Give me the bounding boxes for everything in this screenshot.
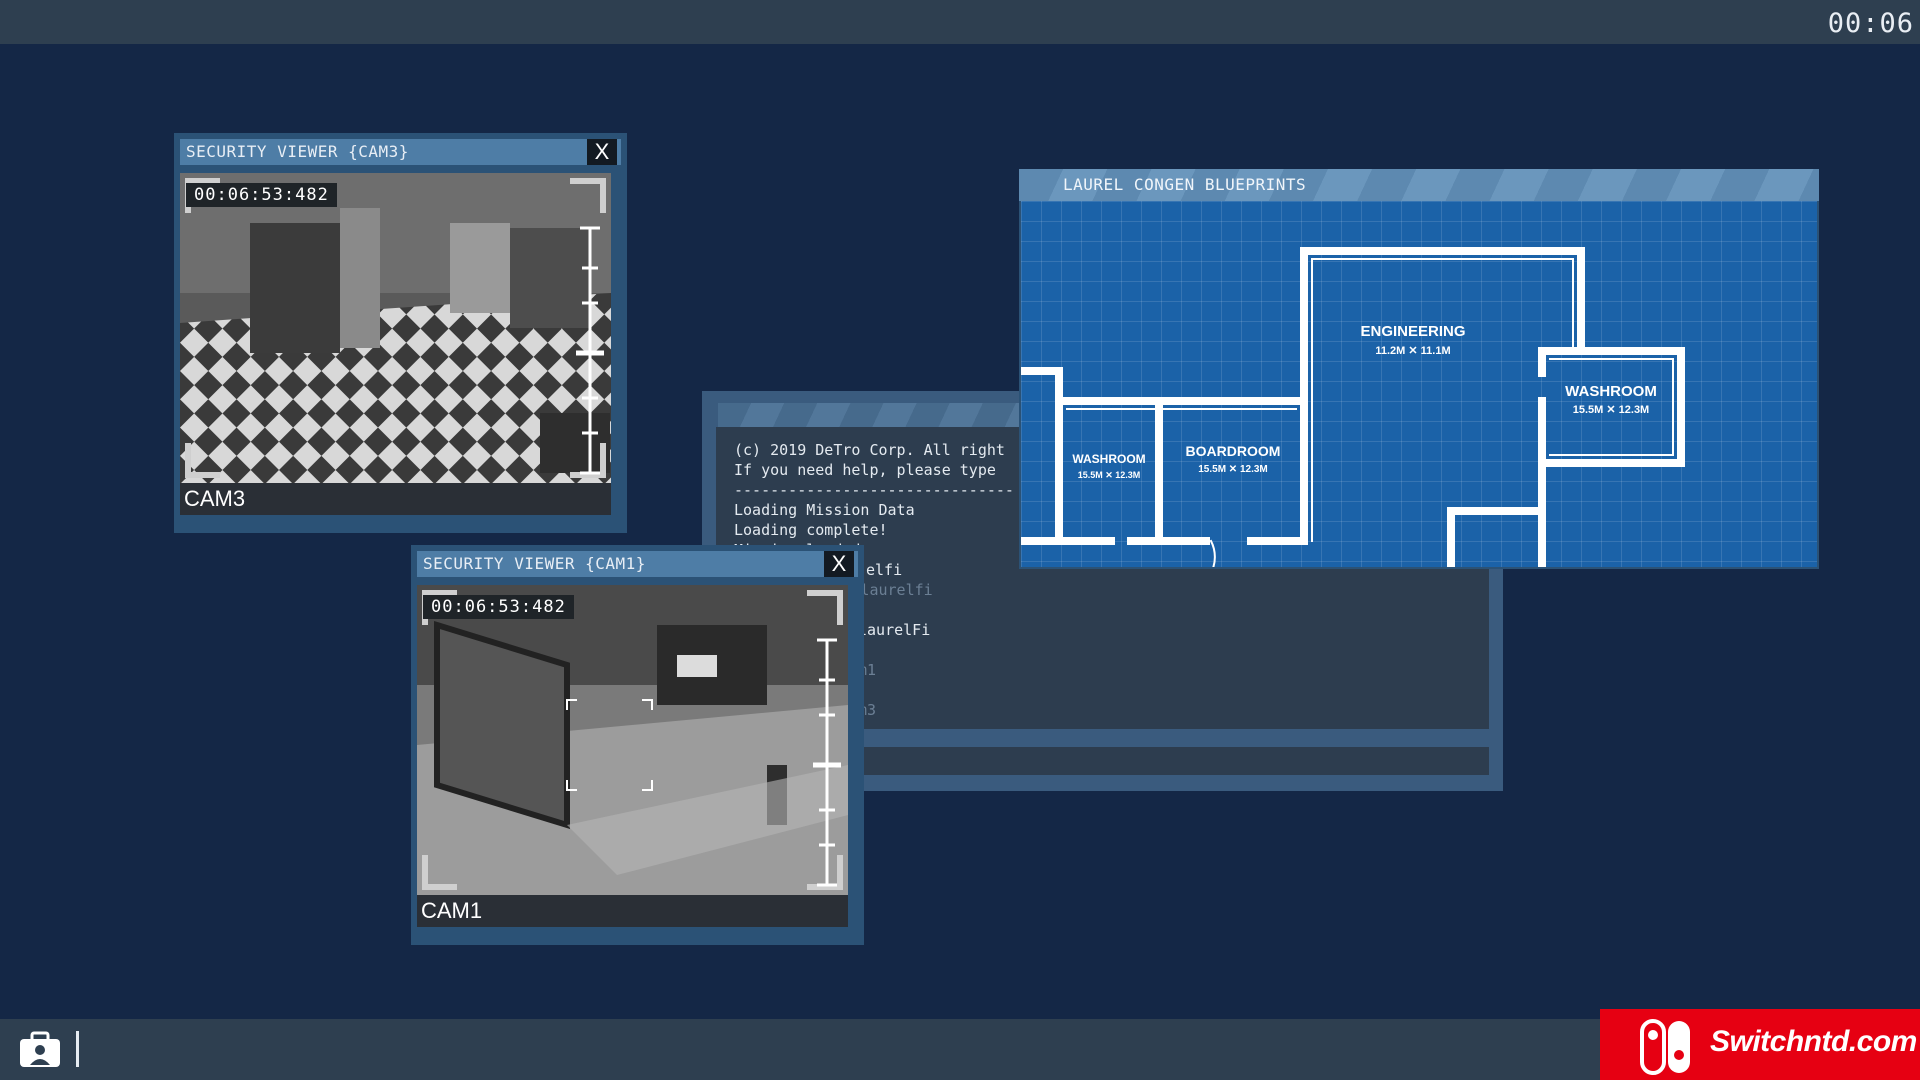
cam3-feed: 00:06:53:482 — [180, 173, 611, 483]
blueprint-title-bar[interactable]: LAUREL CONGEN BLUEPRINTS — [1019, 169, 1819, 201]
terminal-line: Loading complete! — [734, 521, 888, 539]
cam1-feed: 00:06:53:482 — [417, 585, 848, 895]
terminal-line: Loading Mission Data — [734, 501, 915, 519]
briefcase-user-icon[interactable] — [18, 1031, 62, 1069]
room-name-washroom-right: WASHROOM — [1565, 383, 1657, 400]
cam3-scene — [180, 173, 611, 483]
terminal-line: laurelFi — [858, 621, 931, 639]
room-size-washroom-right: 15.5M ✕ 12.3M — [1573, 404, 1649, 416]
blueprint-window[interactable]: LAUREL CONGEN BLUEPRINTS ENGINEERING 11.… — [1019, 169, 1819, 569]
brand-watermark: Switchntd.com — [1600, 1009, 1920, 1080]
room-size-boardroom: 15.5M ✕ 12.3M — [1198, 464, 1268, 475]
terminal-line: elfi — [866, 561, 903, 579]
blueprint-title: LAUREL CONGEN BLUEPRINTS — [1063, 175, 1307, 194]
room-size-washroom-left: 15.5M ✕ 12.3M — [1078, 470, 1141, 480]
room-name-washroom-left: WASHROOM — [1072, 452, 1145, 466]
cam1-close-button[interactable]: X — [824, 551, 854, 577]
room-name-engineering: ENGINEERING — [1360, 323, 1465, 340]
top-bar: 00:06 — [0, 0, 1920, 44]
switch-logo-icon — [1640, 1019, 1690, 1075]
cam1-label: CAM1 — [417, 895, 848, 927]
cam1-timestamp: 00:06:53:482 — [423, 595, 574, 619]
cam3-title-bar[interactable]: SECURITY VIEWER {CAM3} — [180, 139, 621, 165]
terminal-line: (c) 2019 DeTro Corp. All right — [734, 441, 1005, 459]
cam3-close-button[interactable]: X — [587, 139, 617, 165]
terminal-line: ------------------------------- — [734, 481, 1014, 499]
cam1-scene — [417, 585, 848, 895]
brand-text: Switchntd.com — [1710, 1025, 1917, 1058]
taskbar-divider — [76, 1031, 79, 1067]
floorplan: ENGINEERING 11.2M ✕ 11.1M WASHROOM 15.5M… — [1021, 247, 1685, 567]
cam3-timestamp: 00:06:53:482 — [186, 183, 337, 207]
cam1-window[interactable]: SECURITY VIEWER {CAM1} X 00:06:53:482 CA… — [411, 545, 864, 945]
blueprint-map: ENGINEERING 11.2M ✕ 11.1M WASHROOM 15.5M… — [1021, 201, 1817, 567]
cam3-window[interactable]: SECURITY VIEWER {CAM3} X 00:06:53:482 CA… — [174, 133, 627, 533]
room-name-boardroom: BOARDROOM — [1186, 443, 1281, 459]
cam3-label: CAM3 — [180, 483, 611, 515]
game-clock: 00:06 — [1827, 8, 1914, 39]
room-size-engineering: 11.2M ✕ 11.1M — [1375, 345, 1450, 357]
terminal-line: If you need help, please type — [734, 461, 996, 479]
cam1-title-bar[interactable]: SECURITY VIEWER {CAM1} — [417, 551, 858, 577]
